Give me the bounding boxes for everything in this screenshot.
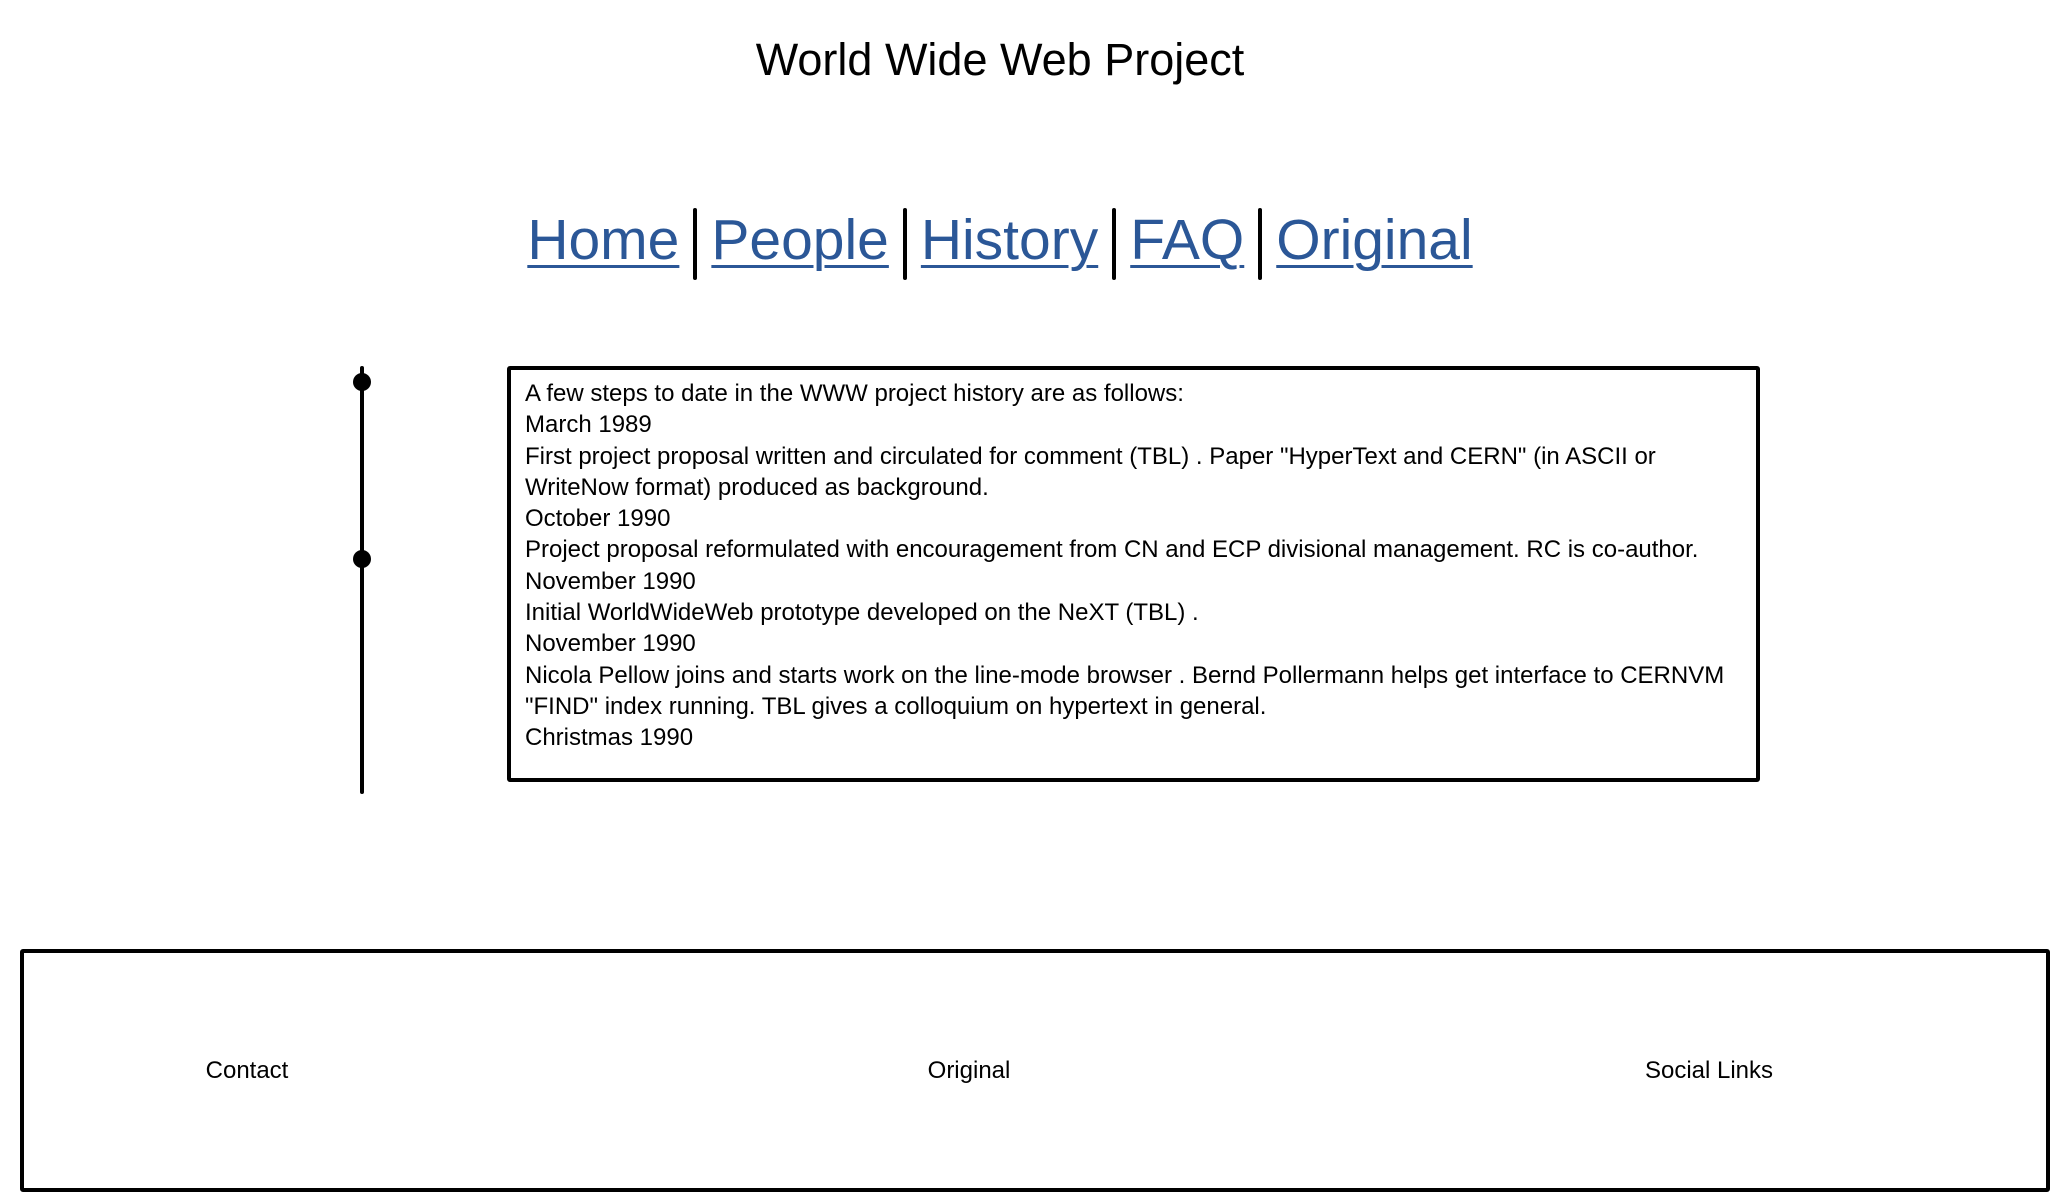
- history-content: A few steps to date in the WWW project h…: [507, 366, 1760, 782]
- footer-original[interactable]: Original: [928, 1057, 1011, 1085]
- main-nav: Home People History FAQ Original: [0, 200, 2000, 280]
- history-date: March 1989: [525, 411, 652, 439]
- footer-social-links[interactable]: Social Links: [1645, 1057, 1773, 1085]
- nav-separator: [902, 207, 907, 280]
- timeline-scrollbar[interactable]: [360, 366, 364, 794]
- nav-link-people[interactable]: People: [711, 208, 889, 272]
- history-event: Nicola Pellow joins and starts work on t…: [525, 661, 1725, 720]
- history-date: October 1990: [525, 505, 671, 533]
- footer-contact[interactable]: Contact: [206, 1057, 289, 1085]
- nav-link-faq[interactable]: FAQ: [1130, 208, 1244, 272]
- nav-link-home[interactable]: Home: [527, 208, 679, 272]
- nav-separator: [693, 207, 698, 280]
- footer: Contact Original Social Links: [20, 949, 2050, 1192]
- timeline-marker[interactable]: [353, 373, 371, 391]
- history-intro: A few steps to date in the WWW project h…: [525, 380, 1184, 407]
- page-title: World Wide Web Project: [755, 34, 1245, 85]
- history-date: Christmas 1990: [525, 724, 694, 752]
- timeline-marker[interactable]: [353, 550, 371, 568]
- history-event: First project proposal written and circu…: [525, 442, 1656, 501]
- nav-separator: [1112, 207, 1117, 280]
- nav-separator: [1258, 207, 1263, 280]
- nav-link-original[interactable]: Original: [1276, 208, 1472, 272]
- history-date: November 1990: [525, 567, 696, 595]
- nav-link-history[interactable]: History: [921, 208, 1098, 272]
- history-event: Project proposal reformulated with encou…: [525, 536, 1699, 564]
- history-event: Initial WorldWideWeb prototype developed…: [525, 599, 1199, 627]
- history-date: November 1990: [525, 630, 696, 658]
